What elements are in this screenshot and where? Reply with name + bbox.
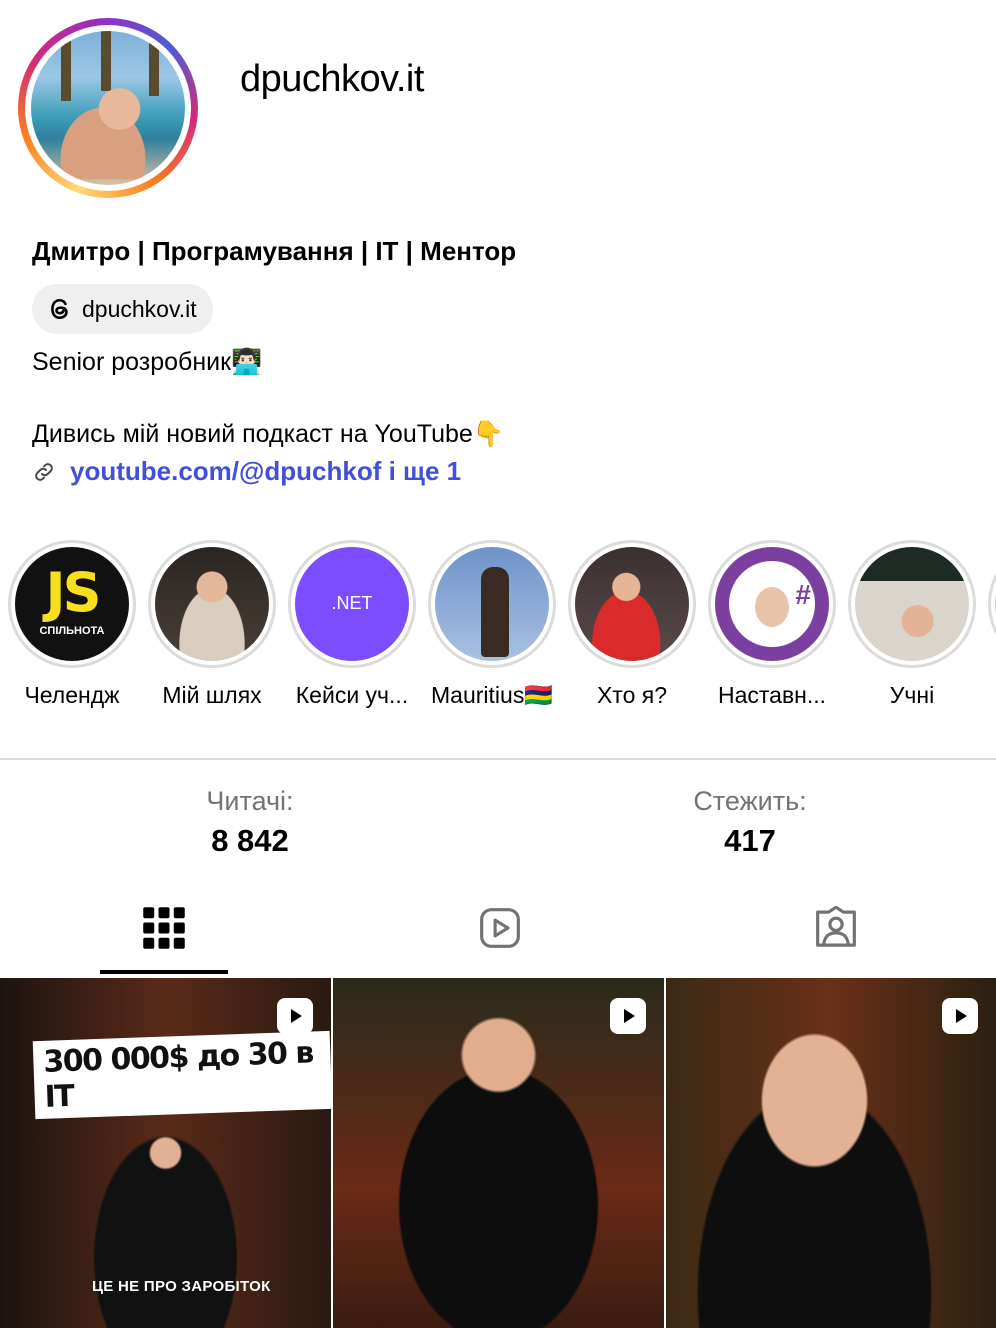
tab-tagged[interactable] (771, 896, 901, 976)
reel-play-icon (291, 1009, 302, 1023)
reel-badge (942, 998, 978, 1034)
js-community-label: СПІЛЬНОТА (39, 625, 105, 637)
followers-count: 8 842 (211, 823, 289, 858)
dotnet-text: .NET (331, 593, 373, 613)
threads-handle: dpuchkov.it (82, 295, 197, 322)
highlight-label: Наставн... (717, 682, 827, 708)
post-tile[interactable] (666, 978, 996, 1328)
followers-stat[interactable]: Читачі: 8 842 (100, 786, 400, 859)
highlight-item[interactable]: Учні (842, 540, 982, 709)
highlight-label: Мій шлях (162, 682, 262, 708)
highlight-ring: JS СПІЛЬНОТА (8, 540, 136, 668)
bio-line-1: Senior розробник👨🏻‍💻 (32, 348, 263, 376)
following-label: Стежить: (693, 786, 807, 816)
post-caption: ЦЕ НЕ ПРО ЗАРОБІТОК (92, 1278, 271, 1295)
avatar-palm (61, 41, 71, 101)
csharp-hash: # (795, 579, 811, 610)
profile-username: dpuchkov.it (240, 58, 424, 100)
reel-play-icon (956, 1009, 967, 1023)
csharp-cover: # (715, 547, 829, 661)
avatar-border (25, 25, 191, 191)
post-tile[interactable]: 300 000$ до 30 в IT ЦЕ НЕ ПРО ЗАРОБІТОК (0, 978, 331, 1328)
memoji-face (755, 587, 789, 627)
post-banner: 300 000$ до 30 в IT (32, 1030, 331, 1120)
highlight-ring (988, 540, 996, 668)
js-community-cover: JS СПІЛЬНОТА (15, 547, 129, 661)
reel-play-icon (624, 1009, 635, 1023)
photo-cover (575, 547, 689, 661)
followers-label: Читачі: (206, 786, 294, 816)
photo-cover (155, 547, 269, 661)
avatar-palm (149, 36, 159, 96)
bio-link-text: youtube.com/@dpuchkof і ще 1 (70, 456, 462, 486)
highlight-label: Кейси уч... (295, 682, 409, 708)
highlight-label: 6 (982, 682, 996, 709)
highlight-item[interactable]: JS СПІЛЬНОТА Челендж (2, 540, 142, 709)
section-divider (0, 758, 996, 760)
highlight-item[interactable]: # Наставн... (702, 540, 842, 709)
tab-reels[interactable] (435, 896, 565, 976)
highlights-row: JS СПІЛЬНОТА Челендж Мій шлях .NET Кейси… (0, 540, 996, 720)
highlight-item[interactable]: 6 (982, 540, 996, 709)
profile-avatar[interactable] (18, 18, 198, 198)
statue-cover (435, 547, 549, 661)
active-tab-indicator (100, 970, 228, 974)
js-logo-text: JS (45, 561, 102, 624)
bio-link[interactable]: youtube.com/@dpuchkof і ще 1 (32, 456, 461, 487)
highlight-ring: .NET (288, 540, 416, 668)
threads-link-button[interactable]: dpuchkov.it (32, 284, 213, 334)
highlight-ring (148, 540, 276, 668)
following-count: 417 (724, 823, 776, 858)
statue-shape (481, 567, 509, 657)
avatar-photo (31, 31, 185, 185)
link-icon (35, 462, 53, 481)
tab-posts[interactable] (99, 896, 229, 976)
highlight-item[interactable]: Мій шлях (142, 540, 282, 709)
reels-icon (480, 908, 520, 948)
highlight-label: Хто я? (596, 682, 668, 708)
posts-grid: 300 000$ до 30 в IT ЦЕ НЕ ПРО ЗАРОБІТОК (0, 978, 996, 1328)
highlight-ring (428, 540, 556, 668)
highlight-item[interactable]: Mauritius🇲🇺 (422, 540, 562, 709)
dotnet-cover: .NET (295, 547, 409, 661)
highlight-label: Учні (889, 682, 935, 708)
highlight-ring: # (708, 540, 836, 668)
post-tile[interactable] (333, 978, 664, 1328)
tagged-icon (816, 906, 856, 947)
reel-badge (277, 998, 313, 1034)
avatar-person (59, 79, 169, 179)
following-stat[interactable]: Стежить: 417 (600, 786, 900, 859)
reel-badge (610, 998, 646, 1034)
highlight-label: Челендж (24, 682, 120, 708)
bio-line-2: Дивись мій новий подкаст на YouTube👇 (32, 420, 504, 448)
highlight-ring (848, 540, 976, 668)
grid-icon (143, 907, 185, 949)
highlight-label: Mauritius🇲🇺 (431, 682, 553, 708)
threads-icon (51, 298, 68, 320)
highlight-item[interactable]: .NET Кейси уч... (282, 540, 422, 709)
photo-cover (855, 547, 969, 661)
profile-full-name: Дмитро | Програмування | ІТ | Ментор (32, 236, 517, 266)
highlight-ring (568, 540, 696, 668)
highlight-item[interactable]: Хто я? (562, 540, 702, 709)
